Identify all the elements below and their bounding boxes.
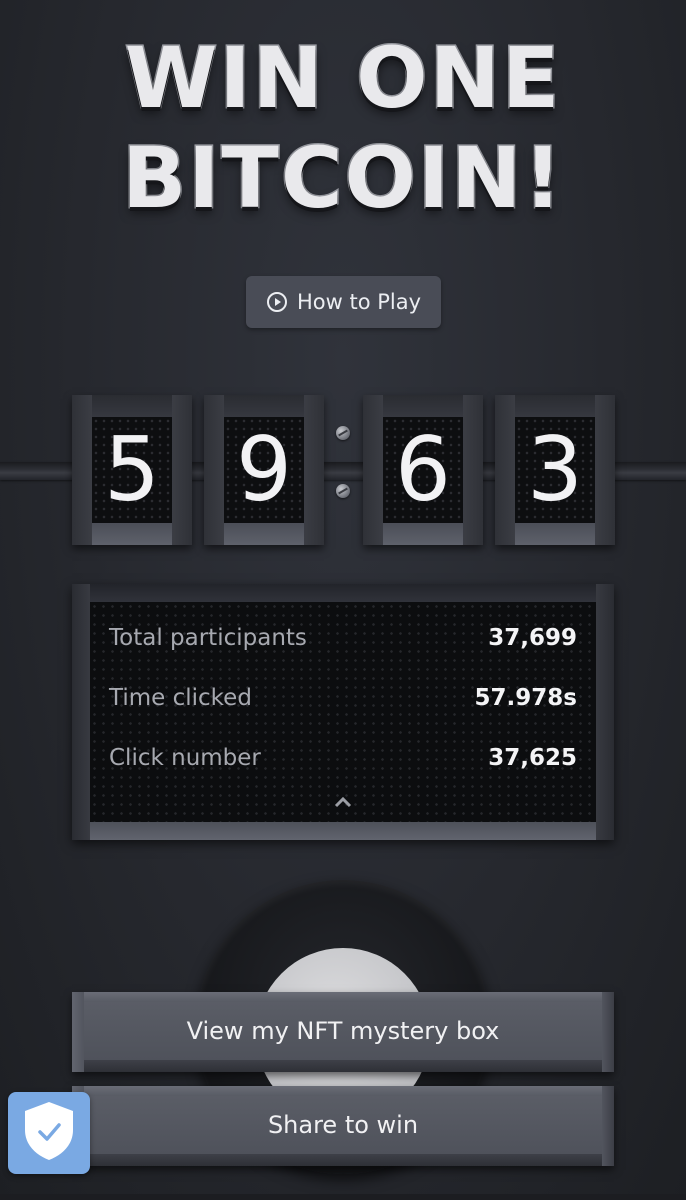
stat-value: 37,699	[488, 625, 577, 651]
stat-row-total-participants: Total participants 37,699	[109, 620, 577, 656]
how-to-play-button[interactable]: How to Play	[246, 276, 441, 328]
how-to-play-label: How to Play	[296, 290, 422, 314]
timer-digit: 3	[495, 395, 615, 545]
view-nft-label: View my NFT mystery box	[84, 1002, 602, 1060]
stat-row-time-clicked: Time clicked 57.978s	[109, 680, 577, 716]
stat-label: Time clicked	[109, 685, 252, 711]
view-nft-mystery-box-button[interactable]: View my NFT mystery box	[72, 992, 614, 1072]
stat-label: Click number	[109, 745, 261, 771]
chevron-up-icon[interactable]	[333, 794, 353, 808]
shield-check-icon	[21, 1100, 77, 1166]
bottom-divider	[0, 1194, 686, 1200]
play-circle-icon	[266, 291, 288, 313]
share-to-win-button[interactable]: Share to win	[72, 1086, 614, 1166]
separator-screw	[336, 484, 350, 498]
stat-value: 37,625	[488, 745, 577, 771]
separator-screw	[336, 426, 350, 440]
timer-digit: 9	[204, 395, 324, 545]
shield-badge[interactable]	[8, 1092, 90, 1174]
timer-digit: 5	[72, 395, 192, 545]
share-label: Share to win	[84, 1096, 602, 1154]
title-line-1: WIN ONE	[123, 28, 562, 129]
timer-digit: 6	[363, 395, 483, 545]
page-title: WIN ONE BITCOIN!	[0, 28, 686, 229]
stat-value: 57.978s	[474, 685, 577, 711]
timer-digit-value: 9	[224, 417, 304, 523]
timer-digit-value: 6	[383, 417, 463, 523]
timer-digit-value: 3	[515, 417, 595, 523]
stat-row-click-number: Click number 37,625	[109, 740, 577, 776]
stat-label: Total participants	[109, 625, 307, 651]
title-line-2: BITCOIN!	[121, 128, 564, 229]
timer-digit-value: 5	[92, 417, 172, 523]
